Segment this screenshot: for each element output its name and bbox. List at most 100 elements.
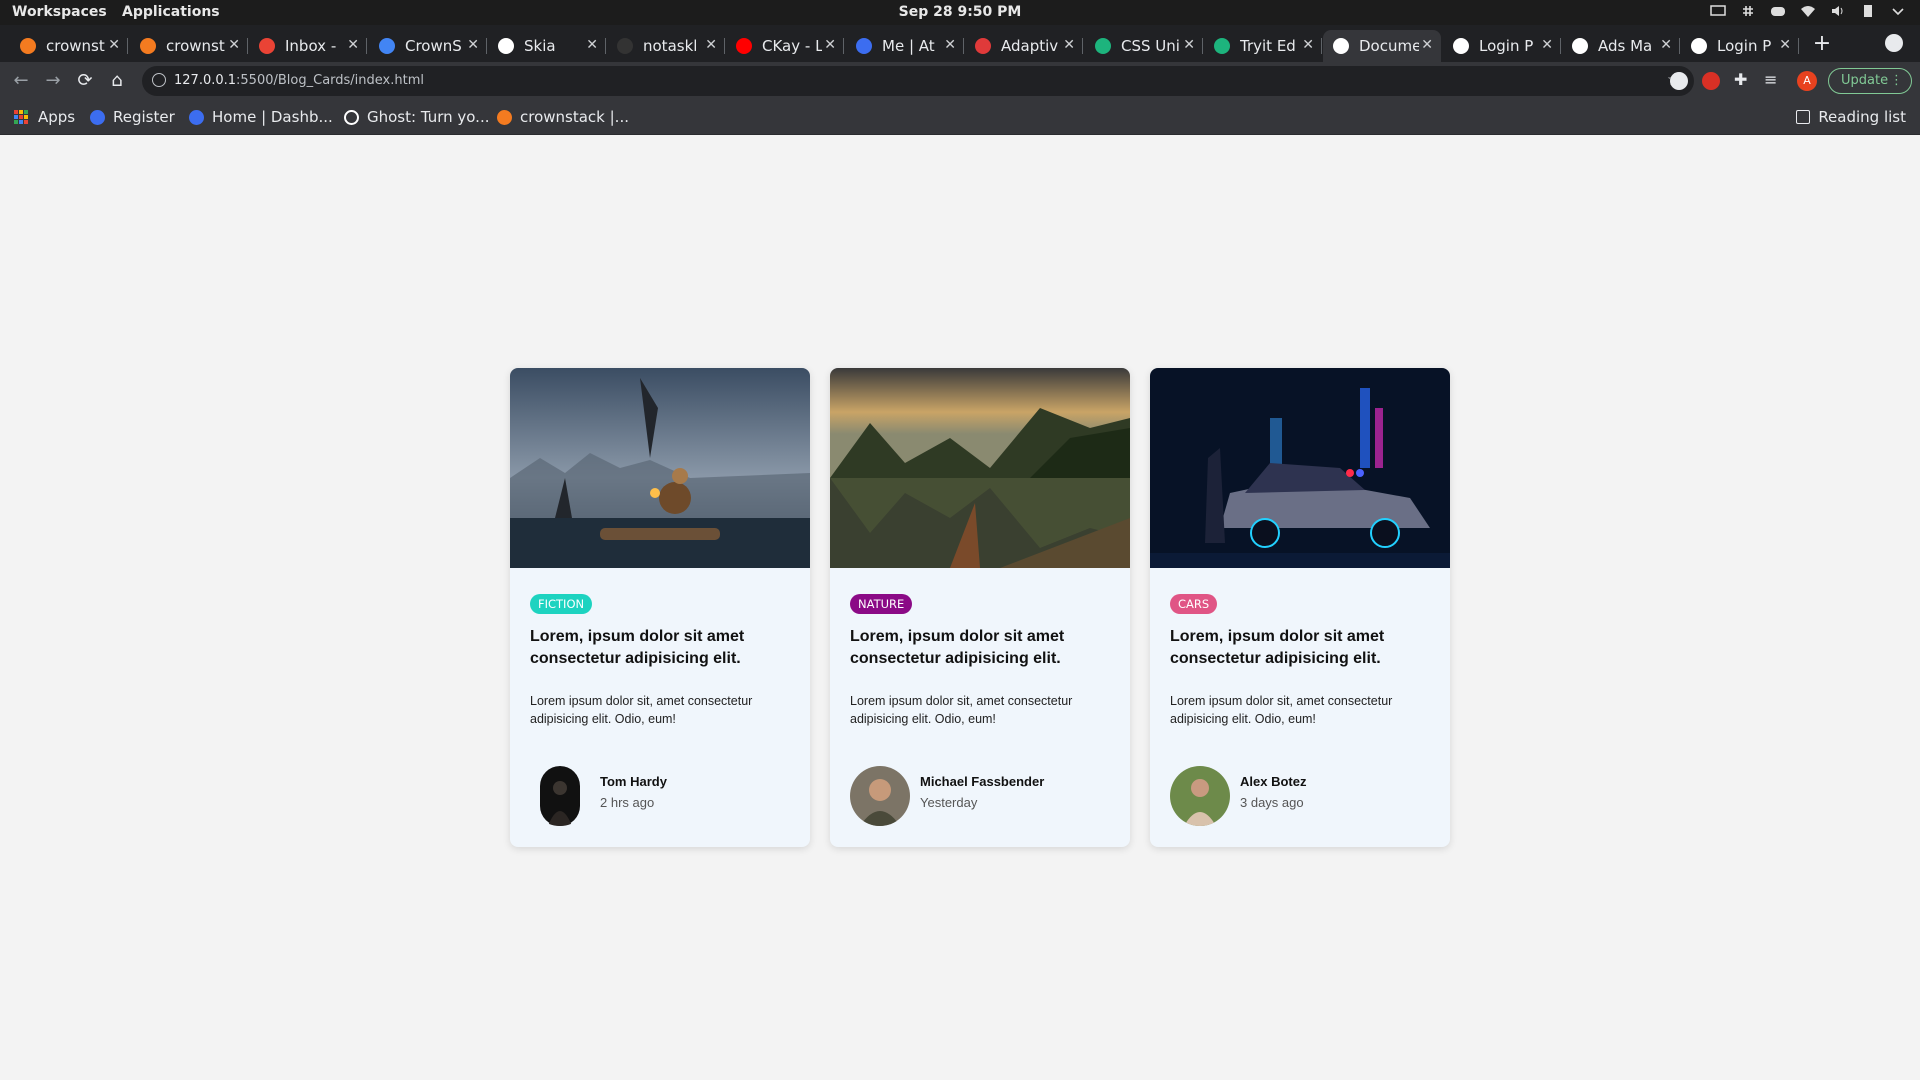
category-tag[interactable]: CARS bbox=[1170, 594, 1218, 614]
tab-separator bbox=[1082, 38, 1083, 54]
tab-separator bbox=[1202, 38, 1203, 54]
card-title[interactable]: Lorem, ipsum dolor sit amet consectetur … bbox=[850, 626, 1110, 670]
tab-title: Login P bbox=[1717, 37, 1772, 55]
close-icon[interactable]: ✕ bbox=[1541, 37, 1553, 53]
browser-tab[interactable]: Login P ✕ bbox=[1681, 30, 1799, 62]
browser-tab[interactable]: crownst ✕ bbox=[10, 30, 128, 62]
slack-icon[interactable] bbox=[1740, 4, 1756, 18]
extension-icon[interactable] bbox=[1670, 72, 1688, 90]
browser-tab[interactable]: Inbox - ✕ bbox=[249, 30, 367, 62]
close-icon[interactable]: ✕ bbox=[347, 37, 359, 53]
browser-tab[interactable]: Ads Ma ✕ bbox=[1562, 30, 1680, 62]
close-icon[interactable]: ✕ bbox=[1421, 37, 1433, 53]
card-title[interactable]: Lorem, ipsum dolor sit amet consectetur … bbox=[530, 626, 790, 670]
category-tag[interactable]: FICTION bbox=[530, 594, 593, 614]
close-icon[interactable]: ✕ bbox=[705, 37, 717, 53]
avatar[interactable] bbox=[850, 766, 910, 826]
tab-favicon-icon bbox=[617, 38, 633, 54]
tab-separator bbox=[724, 38, 725, 54]
blog-card-nature[interactable]: NATURE Lorem, ipsum dolor sit amet conse… bbox=[830, 368, 1130, 847]
tab-title: CrownS bbox=[405, 37, 462, 55]
close-icon[interactable]: ✕ bbox=[228, 37, 240, 53]
browser-tab[interactable]: Login P ✕ bbox=[1443, 30, 1561, 62]
back-icon[interactable]: ← bbox=[10, 70, 32, 92]
applications-menu[interactable]: Applications bbox=[122, 4, 220, 20]
browser-tab[interactable]: Docume ✕ bbox=[1323, 30, 1441, 62]
close-icon[interactable]: ✕ bbox=[467, 37, 479, 53]
ghost-icon bbox=[344, 109, 359, 125]
bookmark-crownstack[interactable]: crownstack |... bbox=[497, 108, 629, 126]
browser-tab[interactable]: CKay - L ✕ bbox=[726, 30, 844, 62]
card-title[interactable]: Lorem, ipsum dolor sit amet consectetur … bbox=[1170, 626, 1430, 670]
battery-icon[interactable] bbox=[1860, 4, 1876, 18]
tab-separator bbox=[1679, 38, 1680, 54]
close-icon[interactable]: ✕ bbox=[108, 37, 120, 53]
blog-card-cars[interactable]: CARS Lorem, ipsum dolor sit amet consect… bbox=[1150, 368, 1450, 847]
browser-tab[interactable]: CrownS ✕ bbox=[369, 30, 487, 62]
k-icon bbox=[90, 109, 105, 125]
close-icon[interactable]: ✕ bbox=[1063, 37, 1075, 53]
avatar[interactable] bbox=[1170, 766, 1230, 826]
tab-title: CSS Uni bbox=[1121, 37, 1180, 55]
discord-icon[interactable] bbox=[1770, 4, 1786, 18]
bookmark-home-dashboard[interactable]: Home | Dashb... bbox=[189, 108, 333, 126]
blog-card-fiction[interactable]: FICTION Lorem, ipsum dolor sit amet cons… bbox=[510, 368, 810, 847]
card-body: CARS Lorem, ipsum dolor sit amet consect… bbox=[1170, 593, 1430, 728]
post-time: Yesterday bbox=[920, 795, 978, 810]
reading-list-button[interactable]: Reading list bbox=[1796, 108, 1906, 126]
profile-avatar[interactable]: A bbox=[1797, 71, 1817, 91]
avatar[interactable] bbox=[530, 766, 590, 826]
close-icon[interactable]: ✕ bbox=[824, 37, 836, 53]
bookmark-apps[interactable]: Apps bbox=[14, 108, 75, 126]
system-clock: Sep 28 9:50 PM bbox=[898, 4, 1022, 20]
close-icon[interactable]: ✕ bbox=[944, 37, 956, 53]
forward-icon[interactable]: → bbox=[42, 70, 64, 92]
author-name[interactable]: Alex Botez bbox=[1240, 774, 1306, 789]
tab-title: Adaptiv bbox=[1001, 37, 1059, 55]
card-image-fisherman bbox=[510, 368, 810, 568]
card-description: Lorem ipsum dolor sit, amet consectetur … bbox=[1170, 694, 1393, 726]
tab-search-icon[interactable] bbox=[1885, 34, 1903, 52]
bookmark-register[interactable]: Register bbox=[90, 108, 175, 126]
tab-separator bbox=[1798, 38, 1799, 54]
site-info-icon[interactable] bbox=[152, 73, 166, 87]
media-control-icon[interactable]: ≡ bbox=[1764, 70, 1782, 89]
tab-title: Me | At bbox=[882, 37, 935, 55]
update-button[interactable]: Update ⋮ bbox=[1828, 68, 1912, 94]
chevron-down-icon[interactable] bbox=[1890, 4, 1906, 18]
close-icon[interactable]: ✕ bbox=[1660, 37, 1672, 53]
browser-tab[interactable]: CSS Uni ✕ bbox=[1085, 30, 1203, 62]
new-tab-button[interactable]: + bbox=[1810, 31, 1834, 56]
browser-tab[interactable]: Adaptiv ✕ bbox=[965, 30, 1083, 62]
browser-tab[interactable]: Skia ✕ bbox=[488, 30, 606, 62]
tab-favicon-icon bbox=[1095, 38, 1111, 54]
volume-icon[interactable] bbox=[1830, 4, 1846, 18]
address-bar[interactable]: 127.0.0.1:5500/Blog_Cards/index.html ☆ bbox=[142, 66, 1694, 96]
author-name[interactable]: Michael Fassbender bbox=[920, 774, 1044, 789]
workspaces-menu[interactable]: Workspaces bbox=[12, 4, 107, 20]
card-body: NATURE Lorem, ipsum dolor sit amet conse… bbox=[850, 593, 1110, 728]
category-tag[interactable]: NATURE bbox=[850, 594, 913, 614]
display-icon[interactable] bbox=[1710, 4, 1726, 18]
crownstack-icon bbox=[497, 109, 512, 125]
extensions-puzzle-icon[interactable]: ✚ bbox=[1734, 70, 1752, 89]
card-description: Lorem ipsum dolor sit, amet consectetur … bbox=[530, 694, 753, 726]
close-icon[interactable]: ✕ bbox=[1779, 37, 1791, 53]
home-icon[interactable]: ⌂ bbox=[106, 70, 128, 92]
adblock-icon[interactable] bbox=[1702, 72, 1720, 90]
tab-separator bbox=[366, 38, 367, 54]
close-icon[interactable]: ✕ bbox=[586, 37, 598, 53]
bookmark-ghost[interactable]: Ghost: Turn yo... bbox=[344, 108, 490, 126]
close-icon[interactable]: ✕ bbox=[1183, 37, 1195, 53]
browser-tab[interactable]: Tryit Ed ✕ bbox=[1204, 30, 1322, 62]
url-text[interactable]: 127.0.0.1:5500/Blog_Cards/index.html bbox=[174, 73, 424, 88]
author-name[interactable]: Tom Hardy bbox=[600, 774, 667, 789]
browser-tab[interactable]: Me | At ✕ bbox=[846, 30, 964, 62]
tab-title: Skia bbox=[524, 37, 556, 55]
browser-tab[interactable]: notaskl ✕ bbox=[607, 30, 725, 62]
wifi-icon[interactable] bbox=[1800, 4, 1816, 18]
close-icon[interactable]: ✕ bbox=[1302, 37, 1314, 53]
reload-icon[interactable]: ⟳ bbox=[74, 70, 96, 92]
browser-tab[interactable]: crownst ✕ bbox=[130, 30, 248, 62]
tab-separator bbox=[127, 38, 128, 54]
